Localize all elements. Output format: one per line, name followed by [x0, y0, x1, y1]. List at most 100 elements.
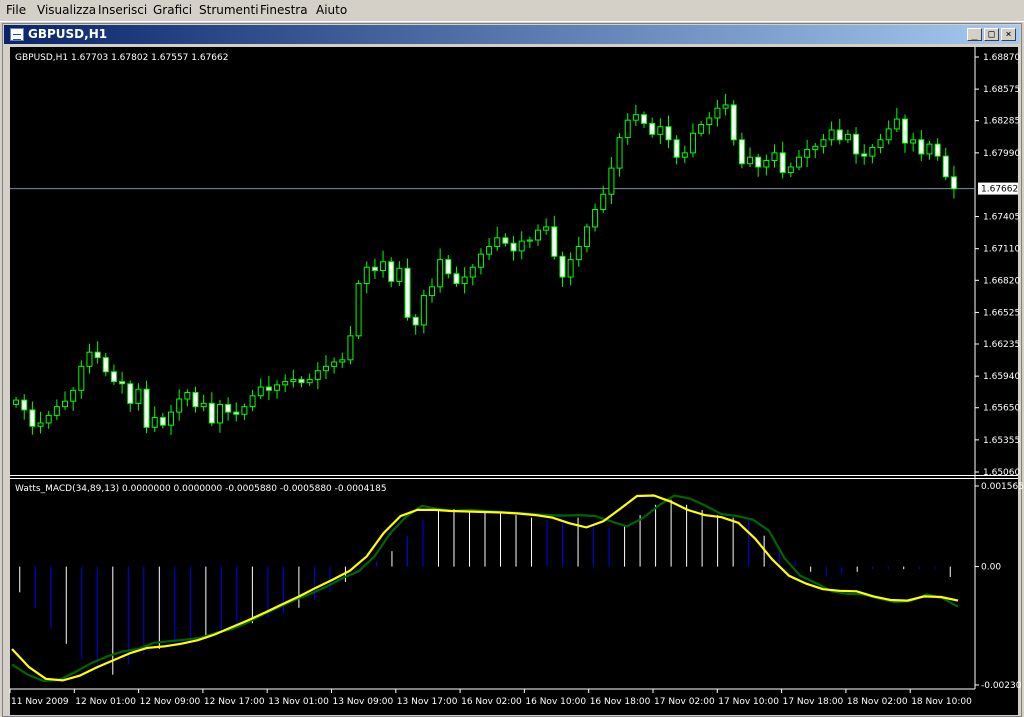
candle-body — [62, 400, 69, 408]
candle-body — [624, 119, 631, 139]
time-tick-label: 16 Nov 10:00 — [525, 697, 586, 707]
candle-body — [290, 378, 297, 383]
candle-body — [151, 417, 158, 428]
candle-body — [738, 139, 745, 165]
candle-body — [665, 126, 672, 141]
candle-body — [110, 371, 117, 383]
candle-body — [412, 316, 419, 326]
price-tick-label: 1.65060 — [983, 468, 1020, 478]
macd-tick-label: 0.001565 — [981, 482, 1024, 492]
candle-body — [673, 139, 680, 158]
candle-body — [698, 124, 705, 134]
candle-body — [608, 167, 615, 195]
candle-body — [396, 267, 403, 282]
price-tick-label: 1.67990 — [983, 149, 1020, 159]
chart-background — [10, 47, 1018, 715]
candle-body — [461, 276, 468, 285]
candle-body — [592, 208, 599, 228]
candle-body — [102, 357, 109, 373]
candle-body — [192, 391, 199, 408]
price-tick-label: 1.66820 — [983, 276, 1020, 286]
candle-body — [184, 391, 191, 400]
candle-body — [918, 139, 925, 155]
candle-body — [551, 226, 558, 257]
candle-body — [94, 351, 101, 359]
candle-body — [934, 143, 941, 157]
time-tick-label: 18 Nov 10:00 — [911, 697, 972, 707]
chart-area[interactable]: 1.68870 1.68575 1.68285 1.67990 1.67405 1.671… — [0, 0, 1024, 717]
candle-body — [331, 361, 338, 367]
candle-body — [543, 226, 550, 231]
candle-body — [282, 381, 289, 386]
candle-body — [567, 259, 574, 278]
candle-body — [844, 133, 851, 141]
time-tick-label: 12 Nov 17:00 — [204, 697, 265, 707]
candle-body — [787, 166, 794, 173]
candle-body — [950, 176, 957, 190]
candle-body — [771, 152, 778, 161]
candle-body — [241, 406, 248, 415]
candle-body — [265, 386, 272, 391]
candle-body — [208, 402, 215, 424]
candle-body — [347, 335, 354, 361]
candle-body — [828, 129, 835, 141]
candle-body — [13, 399, 20, 405]
candle-body — [730, 104, 737, 141]
price-tick-label: 1.66235 — [983, 340, 1020, 350]
candle-body — [502, 237, 509, 244]
candle-body — [428, 286, 435, 297]
time-tick-label: 13 Nov 01:00 — [268, 697, 329, 707]
candle-body — [176, 398, 183, 413]
candle-body — [869, 146, 876, 157]
candle-body — [706, 117, 713, 126]
candle-body — [559, 255, 566, 278]
candle-body — [795, 156, 802, 168]
candle-body — [168, 411, 175, 426]
candle-body — [119, 381, 126, 385]
price-tick-label: 1.68285 — [983, 117, 1020, 127]
candle-body — [722, 104, 729, 109]
macd-tick-label: 0.00 — [981, 563, 1001, 573]
candle-body — [127, 383, 134, 404]
candle-body — [885, 128, 892, 141]
candle-body — [616, 137, 623, 169]
candle-body — [820, 139, 827, 147]
candle-body — [477, 253, 484, 268]
candle-body — [78, 365, 85, 391]
time-tick-label: 17 Nov 10:00 — [718, 697, 779, 707]
candle-body — [37, 422, 44, 427]
candle-body — [657, 126, 664, 135]
candle-body — [249, 395, 256, 408]
price-tick-label: 1.65355 — [983, 436, 1020, 446]
candle-body — [274, 384, 281, 391]
candle-body — [388, 261, 395, 282]
candle-body — [494, 237, 501, 248]
candle-body — [861, 153, 868, 157]
candle-body — [812, 145, 819, 151]
candle-body — [510, 242, 517, 252]
price-tick-label: 1.67110 — [983, 245, 1020, 255]
candle-body — [649, 122, 656, 135]
current-price-label: 1.67662 — [981, 185, 1018, 195]
candle-body — [322, 365, 329, 372]
time-tick-label: 17 Nov 02:00 — [654, 697, 715, 707]
candle-body — [469, 266, 476, 278]
candle-body — [763, 159, 770, 168]
candle-body — [298, 378, 305, 384]
candle-body — [404, 267, 411, 318]
candle-body — [583, 226, 590, 248]
price-tick-label: 1.68575 — [983, 85, 1020, 95]
candle-body — [135, 388, 142, 404]
macd-tick-label: -0.00230 — [981, 681, 1022, 691]
candle-body — [526, 239, 533, 242]
price-chart-title: GBPUSD,H1 1.67703 1.67802 1.67557 1.6766… — [15, 53, 228, 63]
time-tick-label: 12 Nov 01:00 — [75, 697, 136, 707]
candle-body — [486, 246, 493, 255]
candle-body — [836, 129, 843, 141]
price-tick-label: 1.66525 — [983, 308, 1020, 318]
candle-body — [306, 378, 313, 384]
candle-body — [29, 409, 36, 427]
candle-body — [53, 406, 60, 416]
candle-body — [926, 143, 933, 155]
candle-body — [779, 152, 786, 173]
